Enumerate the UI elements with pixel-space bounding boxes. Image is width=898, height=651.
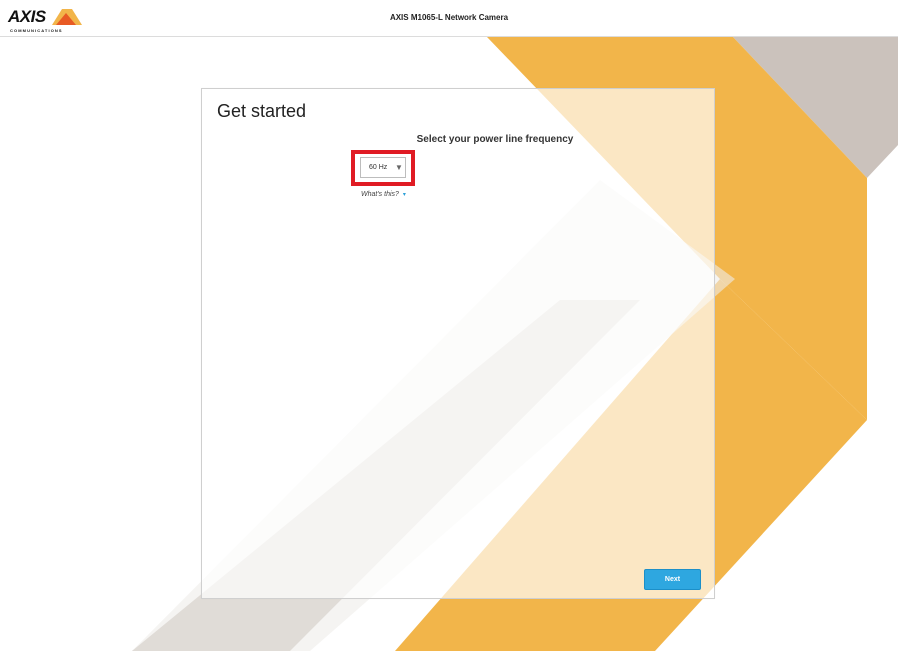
expand-chevron-icon: ▾ xyxy=(402,192,406,198)
logo-subtext: COMMUNICATIONS xyxy=(10,28,63,33)
whats-this-link[interactable]: What's this? ▾ xyxy=(361,191,406,198)
next-button[interactable]: Next xyxy=(644,569,701,590)
frequency-select[interactable]: 60 Hz ▼ xyxy=(360,157,406,178)
setup-card: Get started Select your power line frequ… xyxy=(201,88,715,599)
chevron-down-icon: ▼ xyxy=(395,163,403,172)
frequency-select-value: 60 Hz xyxy=(369,164,388,171)
frequency-label: Select your power line frequency xyxy=(416,134,574,145)
top-bar: AXIS COMMUNICATIONS AXIS M1065-L Network… xyxy=(0,0,898,37)
page-title: Get started xyxy=(217,101,307,121)
product-title: AXIS M1065-L Network Camera xyxy=(389,13,509,22)
whats-this-label: What's this? xyxy=(361,191,399,198)
